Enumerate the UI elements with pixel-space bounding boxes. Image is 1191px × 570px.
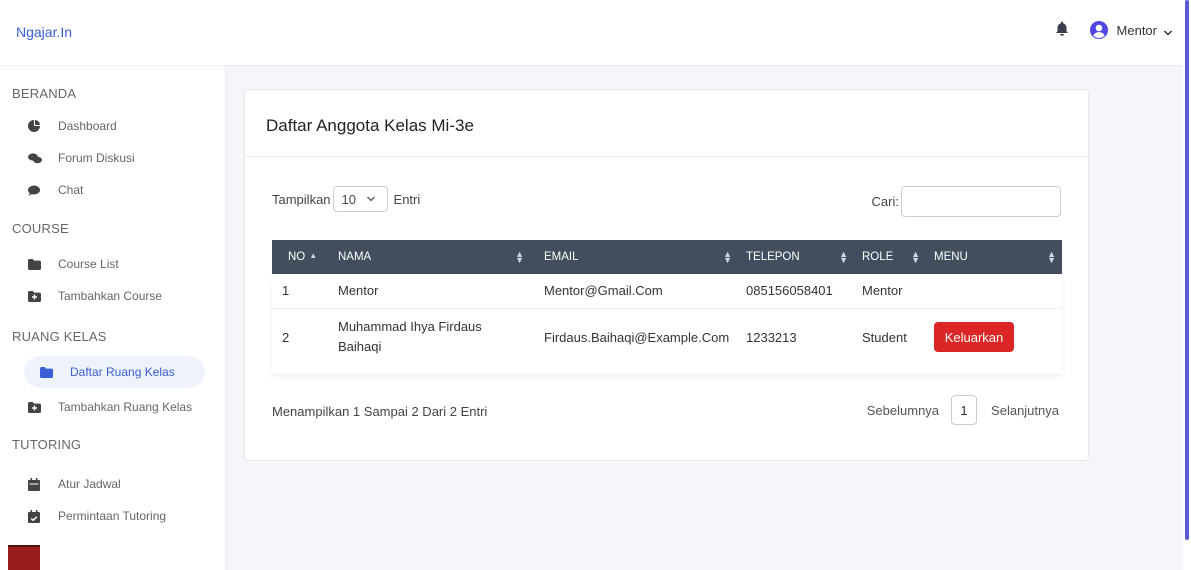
table-row: 1 Mentor Mentor@Gmail.Com 085156058401 M… <box>272 274 1062 309</box>
cell-menu: Keluarkan <box>926 308 1062 366</box>
chevron-down-icon[interactable] <box>1163 25 1173 36</box>
search-label: Cari: <box>871 194 899 209</box>
section-title-course: COURSE <box>12 221 69 236</box>
column-header-menu[interactable]: MENU ▲ ▼ <box>926 240 1062 274</box>
search-input[interactable] <box>901 186 1061 217</box>
sort-asc-icon: ▲ <box>309 251 318 260</box>
next-page-button[interactable]: Selanjutnya <box>991 403 1059 418</box>
card-header: Daftar Anggota Kelas Mi-3e <box>245 90 1088 157</box>
table-info: Menampilkan 1 Sampai 2 Dari 2 Entri <box>272 404 488 419</box>
sidebar-item-label: Atur Jadwal <box>58 477 121 491</box>
sidebar-item-daftar-ruang-kelas[interactable]: Daftar Ruang Kelas <box>24 356 205 388</box>
sort-icon: ▲ ▼ <box>839 249 848 265</box>
previous-page-button[interactable]: Sebelumnya <box>867 403 939 418</box>
table-header-row: NO ▲ NAMA ▲ ▼ EMAIL ▲ ▼ TELEPON ▲ ▼ ROLE ▲ ▼ MENU… <box>272 240 1062 274</box>
sidebar-item-label: Tambahkan Ruang Kelas <box>58 400 193 414</box>
folder-icon <box>28 257 48 271</box>
sidebar-item-label: Dashboard <box>58 119 117 133</box>
cell-telepon: 085156058401 <box>738 274 854 309</box>
sidebar-item-label: Daftar Ruang Kelas <box>70 365 175 379</box>
folder-plus-icon <box>28 289 48 303</box>
cell-role: Student <box>862 329 907 345</box>
sidebar-item-chat[interactable]: Chat <box>28 174 83 206</box>
sort-icon: ▲ ▼ <box>1047 249 1056 265</box>
entries-select-value: 10 <box>341 191 356 207</box>
page-button-1[interactable]: 1 <box>951 395 978 425</box>
sidebar-item-tambahkan-ruang-kelas[interactable]: Tambahkan Ruang Kelas <box>28 391 192 423</box>
sort-icon: ▲ ▼ <box>911 249 920 265</box>
sidebar-item-label: Permintaan Tutoring <box>58 509 167 523</box>
cell-email: Firdaus.Baihaqi@Example.Com <box>544 329 730 345</box>
column-header-telepon[interactable]: TELEPON ▲ ▼ <box>738 240 854 274</box>
section-title-beranda: BERANDA <box>12 86 77 101</box>
comments-icon <box>28 151 48 165</box>
page-title: Daftar Anggota Kelas Mi-3e <box>266 116 474 135</box>
cell-role: Mentor <box>854 274 926 309</box>
members-table: NO ▲ NAMA ▲ ▼ EMAIL ▲ ▼ TELEPON ▲ ▼ ROLE ▲ ▼ MENU… <box>272 240 1062 366</box>
sidebar-item-label: Forum Diskusi <box>58 151 135 165</box>
members-card: Daftar Anggota Kelas Mi-3e Tampilkan 10 … <box>244 89 1089 461</box>
cell-nama: Mentor <box>330 274 530 309</box>
cell-nama: Muhammad Ihya Firdaus Baihaqi <box>338 319 482 355</box>
column-header-email[interactable]: EMAIL ▲ ▼ <box>530 240 738 274</box>
user-name[interactable]: Mentor <box>1117 23 1157 38</box>
cell-email: Mentor@Gmail.Com <box>530 274 738 309</box>
column-header-role[interactable]: ROLE ▲ ▼ <box>854 240 926 274</box>
section-title-tutoring: TUTORING <box>12 437 82 452</box>
sidebar-item-label: Chat <box>58 183 84 197</box>
section-title-ruang-kelas: RUANG KELAS <box>12 329 107 344</box>
search-control: Cari: <box>872 186 1061 217</box>
sidebar-item-forum-diskusi[interactable]: Forum Diskusi <box>28 142 135 174</box>
page-scrollbar[interactable] <box>1183 0 1191 570</box>
cell-menu <box>926 274 1062 309</box>
sort-icon: ▲ ▼ <box>515 249 524 265</box>
table-row: 2 Muhammad Ihya Firdaus Baihaqi Firdaus.… <box>272 308 1062 366</box>
sidebar-item-tambahkan-course[interactable]: Tambahkan Course <box>28 280 162 312</box>
corner-image <box>8 545 40 570</box>
column-header-no[interactable]: NO ▲ <box>272 240 330 274</box>
sidebar-item-permintaan-tutoring[interactable]: Permintaan Tutoring <box>28 500 166 532</box>
folder-icon <box>40 365 60 379</box>
entries-select[interactable]: 10 <box>332 186 388 212</box>
sidebar-item-course-list[interactable]: Course List <box>28 248 119 280</box>
user-area: Mentor <box>1055 20 1173 40</box>
scroll-thumb[interactable] <box>1185 0 1189 540</box>
cell-telepon: 1233213 <box>746 329 797 345</box>
bell-icon[interactable] <box>1055 21 1071 39</box>
length-suffix: Entri <box>393 191 421 207</box>
dashboard-icon <box>28 119 48 133</box>
sidebar: BERANDA Dashboard Forum Diskusi Chat COU… <box>0 66 226 570</box>
chat-icon <box>28 183 48 197</box>
sidebar-item-dashboard[interactable]: Dashboard <box>28 110 117 142</box>
brand-logo[interactable]: Ngajar.In <box>16 24 72 40</box>
sidebar-item-label: Tambahkan Course <box>58 289 163 303</box>
calendar-icon <box>28 477 48 491</box>
sidebar-item-label: Course List <box>58 257 119 271</box>
calendar-check-icon <box>28 509 48 523</box>
length-prefix: Tampilkan <box>272 191 331 207</box>
sidebar-item-atur-jadwal[interactable]: Atur Jadwal <box>28 468 121 500</box>
keluarkan-button[interactable]: Keluarkan <box>934 322 1014 353</box>
cell-no: 2 <box>282 329 290 345</box>
top-navbar: Ngajar.In Mentor <box>0 0 1183 66</box>
chevron-down-icon <box>366 192 376 207</box>
cell-no: 1 <box>272 274 330 309</box>
user-avatar-icon[interactable] <box>1089 20 1109 40</box>
sort-icon: ▲ ▼ <box>723 249 732 265</box>
column-header-nama[interactable]: NAMA ▲ ▼ <box>330 240 530 274</box>
pagination: Sebelumnya 1 Selanjutnya <box>867 395 1059 425</box>
folder-plus-icon <box>28 400 48 414</box>
length-control: Tampilkan 10 Entri <box>272 186 420 212</box>
